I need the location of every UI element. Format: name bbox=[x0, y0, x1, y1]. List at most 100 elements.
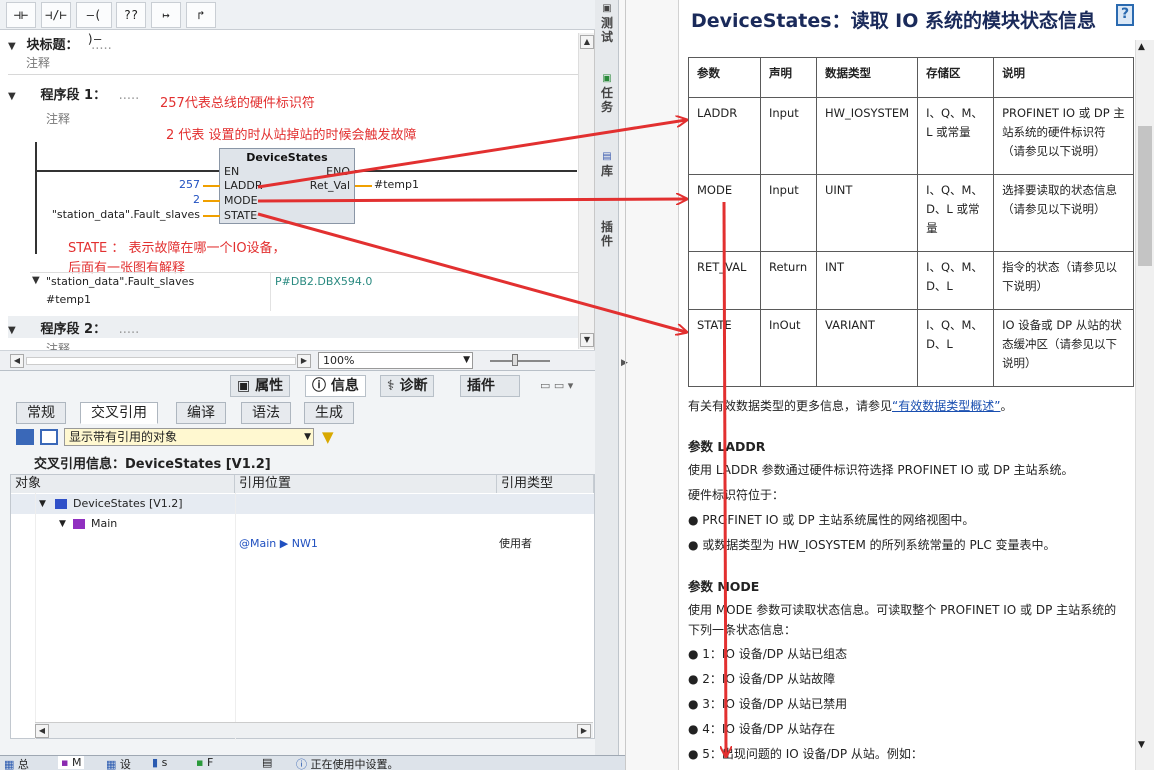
tab-diagnostics[interactable]: ⚕ 诊断 bbox=[380, 375, 435, 397]
zoom-slider-thumb[interactable] bbox=[512, 354, 518, 366]
taskbar-item[interactable]: ▪ M bbox=[58, 756, 85, 769]
more-info-text: 有关有效数据类型的更多信息，请参见“有效数据类型概述”。 bbox=[688, 396, 1128, 416]
cell: STATE bbox=[688, 309, 761, 387]
splitter[interactable]: ▶ bbox=[619, 0, 679, 770]
network-2-comment[interactable]: 注释 bbox=[46, 340, 70, 350]
taskbar-item[interactable]: ▪ F bbox=[196, 756, 213, 769]
subtab-syntax[interactable]: 语法 bbox=[241, 402, 291, 424]
list-item: ● 3：IO 设备/DP 从站已禁用 bbox=[688, 697, 848, 711]
scroll-thumb[interactable] bbox=[1138, 126, 1152, 266]
col-object[interactable]: 对象 bbox=[11, 475, 235, 493]
tab-info[interactable]: ⓘ 信息 bbox=[305, 375, 366, 397]
tab-test[interactable]: ▣ 测试 bbox=[597, 2, 617, 44]
library-icon: ▤ bbox=[602, 151, 612, 162]
reference-location-link[interactable]: @Main ▶ NW1 bbox=[239, 534, 318, 554]
cell: I、Q、M、L 或常量 bbox=[917, 97, 995, 175]
chevron-down-icon[interactable]: ▼ bbox=[463, 353, 470, 368]
taskbar-item[interactable]: ▦ 设 bbox=[106, 756, 131, 770]
tab-label: 任务 bbox=[600, 86, 613, 114]
filter-icon[interactable]: ▼ bbox=[322, 428, 334, 446]
function-icon: ▪ bbox=[196, 756, 204, 769]
datatype-overview-link[interactable]: “有效数据类型概述” bbox=[892, 399, 1000, 413]
table-row[interactable]: ▼ DeviceStates [V1.2] bbox=[11, 494, 594, 514]
open-branch-button[interactable]: ↦ bbox=[151, 2, 181, 28]
scroll-down-icon[interactable]: ▼ bbox=[580, 333, 594, 347]
network-2-title-placeholder[interactable]: ..... bbox=[119, 322, 140, 337]
expand-icon[interactable]: ▼ bbox=[32, 275, 40, 286]
tab-addins[interactable]: 插件 bbox=[597, 220, 617, 248]
left-power-rail bbox=[35, 142, 37, 254]
block-title-header[interactable]: ▼ 块标题： ..... bbox=[8, 34, 578, 54]
header-datatype: 数据类型 bbox=[815, 57, 919, 98]
network-1-comment[interactable]: 注释 bbox=[46, 110, 70, 127]
scroll-up-icon[interactable]: ▲ bbox=[1138, 42, 1145, 52]
coil-button[interactable]: –( )– bbox=[76, 2, 112, 46]
help-question-icon[interactable]: ? bbox=[1116, 4, 1134, 26]
ret-val-value[interactable]: #temp1 bbox=[374, 178, 419, 191]
collapse-icon[interactable]: ▼ bbox=[8, 91, 22, 102]
block-comment[interactable]: 注释 bbox=[26, 54, 50, 71]
tab-tasks[interactable]: ▣ 任务 bbox=[597, 72, 617, 114]
cell: INT bbox=[815, 251, 919, 310]
cell: PROFINET IO 或 DP 主站系统的硬件标识符（请参见以下说明） bbox=[993, 97, 1134, 175]
collapse-icon[interactable]: ▼ bbox=[59, 514, 66, 534]
scroll-right-icon[interactable]: ▶ bbox=[577, 724, 591, 738]
tree-view-icon[interactable] bbox=[40, 429, 58, 445]
subtab-compile[interactable]: 编译 bbox=[176, 402, 226, 424]
cell: I、Q、M、D、L bbox=[917, 309, 995, 387]
window-controls[interactable]: ▭ ▭ ▾ bbox=[540, 379, 573, 392]
laddr-value[interactable]: 257 bbox=[160, 178, 200, 191]
collapse-icon[interactable]: ▼ bbox=[8, 41, 22, 52]
network-2-header[interactable]: ▼ 程序段 2： ..... bbox=[8, 318, 578, 338]
table-row[interactable]: ▼ Main bbox=[11, 514, 594, 534]
cell: MODE bbox=[688, 174, 761, 252]
test-icon: ▣ bbox=[602, 3, 612, 14]
xref-hscrollbar[interactable]: ◀ ▶ bbox=[35, 722, 593, 738]
subtab-cross-reference[interactable]: 交叉引用 bbox=[80, 402, 158, 424]
scroll-left-icon[interactable]: ◀ bbox=[10, 354, 24, 368]
properties-icon: ▣ bbox=[237, 378, 251, 394]
no-contact-button[interactable]: ⊣⊢ bbox=[6, 2, 36, 28]
tab-libraries[interactable]: ▤ 库 bbox=[597, 150, 617, 178]
cell: IO 设备或 DP 从站的状态缓冲区（请参见以下说明） bbox=[993, 309, 1134, 387]
laddr-heading: 参数 LADDR bbox=[688, 439, 766, 454]
taskbar-item[interactable]: ▮ s bbox=[152, 756, 167, 769]
list-view-icon[interactable] bbox=[16, 429, 34, 445]
zoom-select[interactable]: 100% ▼ bbox=[318, 352, 473, 369]
mode-value[interactable]: 2 bbox=[160, 193, 200, 206]
editor-hscrollbar[interactable] bbox=[26, 357, 296, 365]
collapse-icon[interactable]: ▼ bbox=[39, 494, 46, 514]
table-row[interactable]: @Main ▶ NW1 使用者 bbox=[11, 534, 594, 554]
filter-select[interactable]: 显示带有引用的对象 ▼ bbox=[64, 428, 314, 446]
network-1-title-placeholder[interactable]: ..... bbox=[119, 88, 140, 103]
reference-type: 使用者 bbox=[499, 537, 532, 550]
en-wire bbox=[35, 170, 220, 172]
info-icon: ⓘ bbox=[296, 758, 307, 770]
collapse-icon[interactable]: ▼ bbox=[8, 325, 22, 336]
scroll-down-icon[interactable]: ▼ bbox=[1138, 740, 1145, 750]
pin-en: EN bbox=[224, 165, 240, 178]
tab-properties[interactable]: ▣ 属性 bbox=[230, 375, 291, 397]
scroll-up-icon[interactable]: ▲ bbox=[580, 35, 594, 49]
help-vscrollbar[interactable]: ▲ ▼ bbox=[1135, 40, 1154, 770]
taskbar-item[interactable]: ▦ 总 bbox=[4, 756, 29, 770]
state-value[interactable]: "station_data".Fault_slaves bbox=[20, 208, 200, 221]
close-branch-button[interactable]: ↱ bbox=[186, 2, 216, 28]
chevron-down-icon[interactable]: ▼ bbox=[304, 429, 311, 445]
col-location[interactable]: 引用位置 bbox=[235, 475, 497, 493]
block-title-placeholder[interactable]: ..... bbox=[91, 38, 112, 53]
status-icon[interactable]: ▤ bbox=[262, 756, 272, 769]
tab-plugins[interactable]: 插件 bbox=[460, 375, 520, 397]
editor-vscrollbar[interactable]: ▲ ▼ bbox=[578, 33, 594, 349]
devicestates-block[interactable]: DeviceStates EN ENO LADDR Ret_Val MODE S… bbox=[219, 148, 355, 224]
col-type[interactable]: 引用类型 bbox=[497, 475, 594, 493]
scroll-left-icon[interactable]: ◀ bbox=[35, 724, 49, 738]
parameter-table: 参数 声明 数据类型 存储区 说明 LADDR Input HW_IOSYSTE… bbox=[688, 57, 1134, 387]
scroll-right-icon[interactable]: ▶ bbox=[297, 354, 311, 368]
zoom-slider[interactable] bbox=[490, 360, 550, 362]
nc-contact-button[interactable]: ⊣/⊢ bbox=[41, 2, 71, 28]
subtab-general[interactable]: 常规 bbox=[16, 402, 66, 424]
subtab-generate[interactable]: 生成 bbox=[304, 402, 354, 424]
empty-box-button[interactable]: ?? bbox=[116, 2, 146, 28]
filter-value: 显示带有引用的对象 bbox=[69, 430, 178, 444]
